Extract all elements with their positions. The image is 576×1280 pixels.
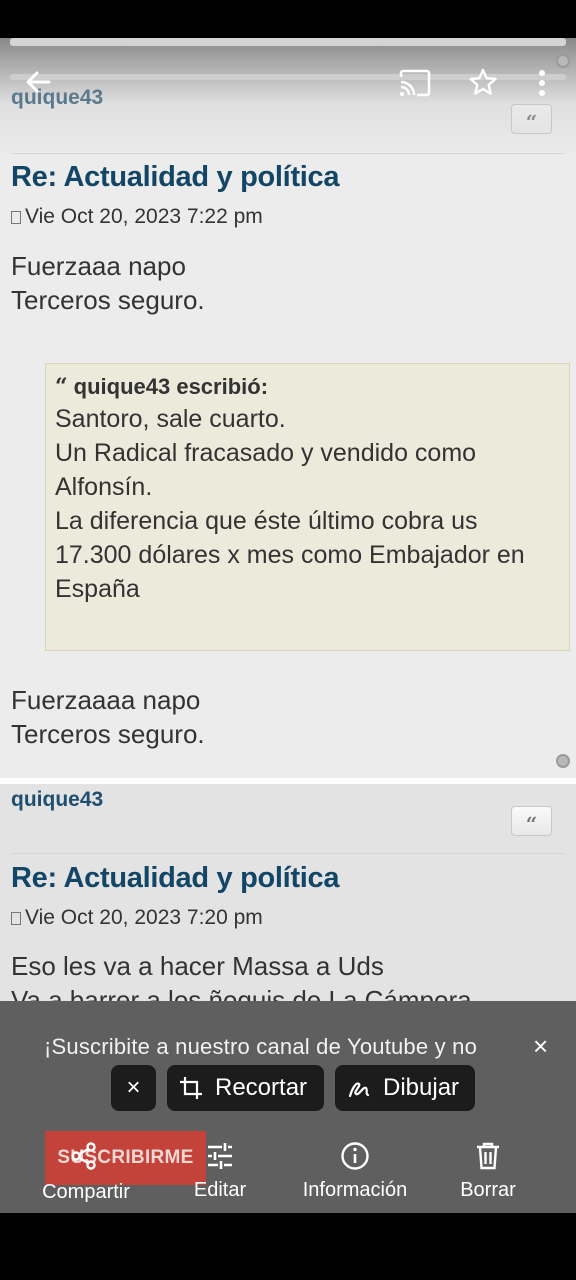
post-date: Vie Oct 20, 2023 7:22 pm xyxy=(11,205,263,229)
post-body: Fuerzaaaa napo Terceros seguro. xyxy=(11,683,205,751)
edit-label: Editar xyxy=(193,1179,247,1201)
tune-icon xyxy=(208,1143,232,1169)
post-title[interactable]: Re: Actualidad y política xyxy=(11,161,340,194)
post-body-line: Eso les va a hacer Massa a Uds xyxy=(11,951,384,981)
subscribe-banner-text: ¡Suscribite a nuestro canal de Youtube y… xyxy=(44,1034,478,1059)
banner-close-icon[interactable]: × xyxy=(533,1031,548,1062)
quote-block: “quique43 escribió: Santoro, sale cuarto… xyxy=(45,363,570,651)
post-separator xyxy=(11,153,565,154)
quote-button[interactable]: “ xyxy=(511,806,552,836)
viewer-bottom-panel: ¡Suscribite a nuestro canal de Youtube y… xyxy=(0,1001,576,1213)
draw-chip-button[interactable]: Dibujar xyxy=(335,1065,475,1111)
screen: quique43 “ Re: Actualidad y política Vie… xyxy=(0,0,576,1280)
forum-content: quique43 “ Re: Actualidad y política Vie… xyxy=(0,38,576,1001)
quote-button[interactable]: “ xyxy=(511,104,552,134)
post-date-text: Vie Oct 20, 2023 7:20 pm xyxy=(25,906,263,929)
delete-label: Borrar xyxy=(460,1179,516,1201)
draw-chip-label: Dibujar xyxy=(383,1074,460,1101)
back-arrow-icon[interactable] xyxy=(24,68,52,96)
quote-mark-icon: “ xyxy=(55,374,68,400)
post-body: Fuerzaaa napo Terceros seguro. xyxy=(11,249,205,317)
back-to-top-icon[interactable] xyxy=(556,754,570,768)
post-file-icon xyxy=(11,912,21,925)
edit-action[interactable]: Editar xyxy=(182,1141,258,1211)
post-file-icon xyxy=(11,211,21,224)
crop-icon xyxy=(180,1077,202,1099)
post-username[interactable]: quique43 xyxy=(11,788,103,812)
post-body-line: Va a barrer a los ñoquis de La Cámpora xyxy=(11,985,472,1001)
crop-chip-button[interactable]: Recortar xyxy=(167,1065,324,1111)
star-icon[interactable] xyxy=(468,67,498,97)
scroll-top-icon xyxy=(556,54,570,68)
post-date: Vie Oct 20, 2023 7:20 pm xyxy=(11,906,263,930)
more-vert-icon[interactable] xyxy=(533,68,551,98)
post-body-line: Terceros seguro. xyxy=(11,719,205,749)
post-date-text: Vie Oct 20, 2023 7:22 pm xyxy=(25,205,263,228)
browser-bar-remnant xyxy=(10,38,566,46)
post: quique43 “ Re: Actualidad y política Vie… xyxy=(0,38,576,778)
draw-icon xyxy=(348,1082,370,1098)
post-body-line: Fuerzaaa napo xyxy=(11,251,186,281)
info-icon xyxy=(341,1142,369,1170)
info-label: Información xyxy=(302,1179,408,1201)
close-icon: × xyxy=(126,1074,141,1101)
info-action[interactable]: Información xyxy=(290,1141,420,1211)
post-body: Eso les va a hacer Massa a Uds Va a barr… xyxy=(11,949,472,1001)
cast-icon[interactable] xyxy=(398,68,432,98)
share-icon xyxy=(71,1142,96,1170)
post-body-line: Terceros seguro. xyxy=(11,285,205,315)
share-label: Compartir xyxy=(42,1181,130,1203)
post-separator xyxy=(11,853,565,854)
quote-author: “quique43 escribió: xyxy=(55,372,560,402)
post-title[interactable]: Re: Actualidad y política xyxy=(11,862,340,895)
delete-action[interactable]: Borrar xyxy=(448,1141,528,1211)
post: quique43 “ Re: Actualidad y política Vie… xyxy=(0,784,576,1001)
quote-text: Santoro, sale cuarto. Un Radical fracasa… xyxy=(55,405,525,603)
navigation-bar-area xyxy=(0,1213,576,1280)
quote-author-text: quique43 escribió: xyxy=(73,374,269,399)
share-action[interactable]: Compartir xyxy=(28,1142,144,1213)
dismiss-chip-button[interactable]: × xyxy=(111,1065,156,1111)
trash-icon xyxy=(477,1142,499,1170)
crop-chip-label: Recortar xyxy=(215,1074,308,1101)
post-body-line: Fuerzaaaa napo xyxy=(11,685,201,715)
